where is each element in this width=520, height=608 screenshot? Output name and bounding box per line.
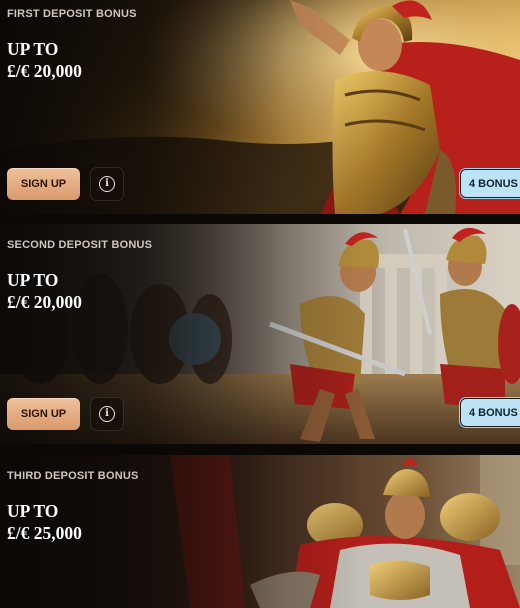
amount-prefix: UP TO bbox=[7, 39, 59, 59]
sign-up-button[interactable]: SIGN UP bbox=[7, 398, 80, 430]
amount-value: £/€ 20,000 bbox=[7, 61, 82, 81]
bonus-count-tag[interactable]: 4 BONUS bbox=[460, 398, 520, 427]
bonus-amount: UP TO £/€ 20,000 bbox=[7, 269, 82, 313]
info-icon: i bbox=[99, 176, 115, 192]
amount-prefix: UP TO bbox=[7, 501, 59, 521]
first-deposit-bonus-card: FIRST DEPOSIT BONUS UP TO £/€ 20,000 SIG… bbox=[0, 0, 520, 214]
sign-up-button[interactable]: SIGN UP bbox=[7, 168, 80, 200]
info-button[interactable]: i bbox=[90, 397, 124, 431]
bonus-amount: UP TO £/€ 25,000 bbox=[7, 500, 82, 544]
info-button[interactable]: i bbox=[90, 167, 124, 201]
bonus-title: SECOND DEPOSIT BONUS bbox=[7, 239, 153, 251]
bonus-amount: UP TO £/€ 20,000 bbox=[7, 38, 82, 82]
second-deposit-bonus-card: SECOND DEPOSIT BONUS UP TO £/€ 20,000 SI… bbox=[0, 224, 520, 444]
info-icon: i bbox=[99, 406, 115, 422]
bonus-count-tag[interactable]: 4 BONUS bbox=[460, 169, 520, 198]
bonus-title: FIRST DEPOSIT BONUS bbox=[7, 8, 137, 20]
bonus-list: FIRST DEPOSIT BONUS UP TO £/€ 20,000 SIG… bbox=[0, 0, 520, 608]
amount-value: £/€ 20,000 bbox=[7, 292, 82, 312]
amount-prefix: UP TO bbox=[7, 270, 59, 290]
bonus-title: THIRD DEPOSIT BONUS bbox=[7, 470, 139, 482]
third-deposit-bonus-card: THIRD DEPOSIT BONUS UP TO £/€ 25,000 bbox=[0, 455, 520, 608]
amount-value: £/€ 25,000 bbox=[7, 523, 82, 543]
